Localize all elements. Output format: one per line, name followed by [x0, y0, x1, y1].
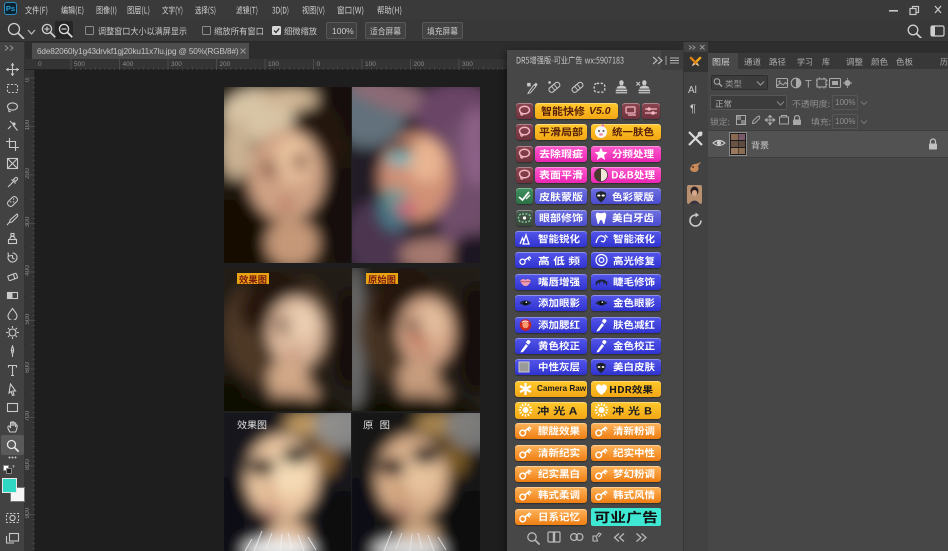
svg-text:100: 100: [268, 61, 279, 68]
svg-text:900: 900: [25, 507, 31, 518]
svg-text:0: 0: [317, 61, 321, 68]
svg-text:300: 300: [462, 61, 473, 68]
svg-text:0: 0: [38, 61, 42, 68]
svg-text:100: 100: [365, 61, 376, 68]
svg-text:200: 200: [25, 168, 31, 179]
svg-text:400: 400: [25, 265, 31, 276]
svg-text:600: 600: [25, 362, 31, 373]
svg-text:100: 100: [25, 119, 31, 130]
svg-text:0: 0: [25, 78, 31, 82]
svg-text:200: 200: [220, 61, 231, 68]
svg-text:700: 700: [25, 410, 31, 421]
svg-text:200: 200: [414, 61, 425, 68]
svg-text:300: 300: [25, 216, 31, 227]
svg-text:500: 500: [25, 313, 31, 324]
svg-text:500: 500: [74, 61, 85, 68]
svg-text:400: 400: [123, 61, 134, 68]
svg-text:T: T: [805, 79, 812, 90]
svg-text:300: 300: [171, 61, 182, 68]
svg-text:800: 800: [25, 459, 31, 470]
